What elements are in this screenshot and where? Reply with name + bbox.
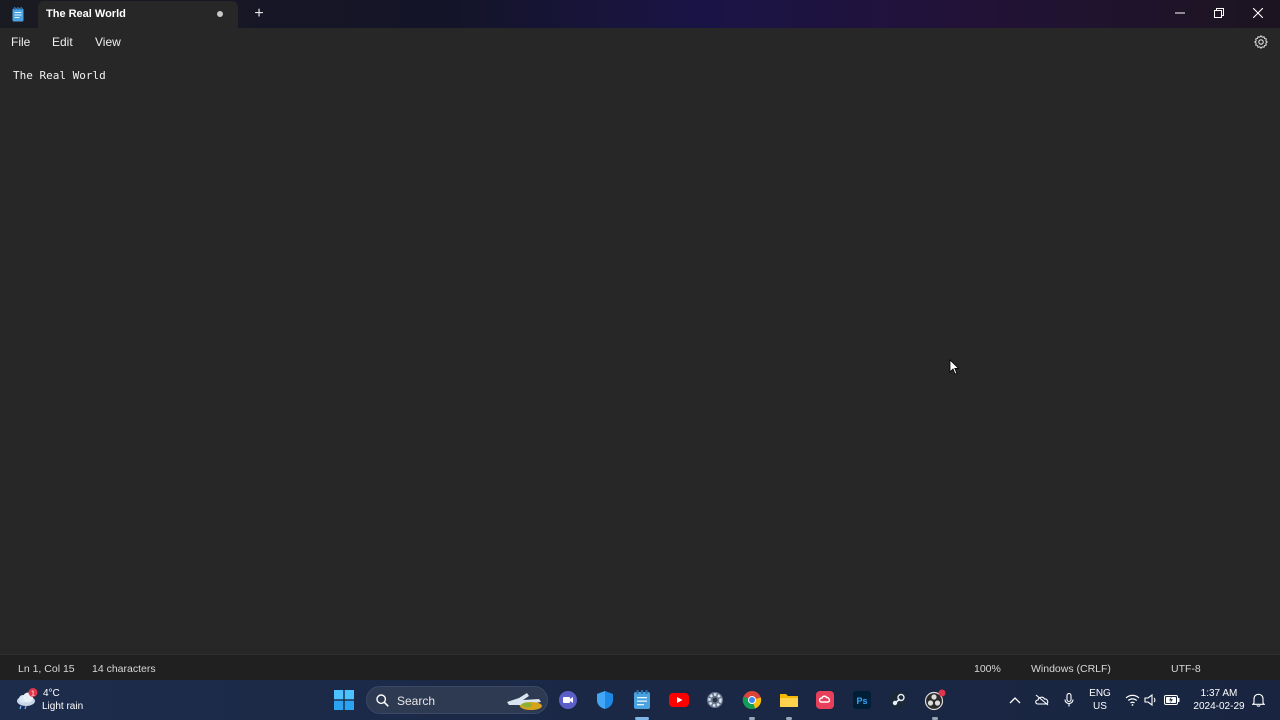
text-editor[interactable]: The Real World	[0, 56, 1280, 654]
youtube-icon	[669, 693, 689, 707]
microphone-button[interactable]	[1058, 689, 1080, 711]
restore-button[interactable]	[1204, 2, 1234, 24]
video-call-icon	[559, 691, 577, 709]
zoom-level[interactable]: 100%	[974, 663, 1001, 675]
taskbar-app-file-explorer[interactable]	[778, 689, 800, 711]
microphone-icon	[1064, 693, 1074, 707]
obs-icon	[924, 689, 946, 711]
start-button[interactable]	[333, 689, 355, 711]
taskbar-app-obs[interactable]	[924, 689, 946, 711]
windows-logo-icon	[334, 690, 354, 710]
taskbar-app-settings[interactable]	[704, 689, 726, 711]
taskbar-app-meet[interactable]	[557, 689, 579, 711]
bell-icon	[1251, 693, 1265, 707]
search-icon	[376, 694, 389, 707]
menu-file[interactable]: File	[11, 35, 30, 49]
notifications-button[interactable]	[1247, 689, 1269, 711]
editor-content[interactable]: The Real World	[13, 69, 106, 82]
weather-badge: 1	[31, 691, 35, 698]
menu-edit[interactable]: Edit	[52, 35, 73, 49]
taskbar-app-photoshop[interactable]: Ps	[851, 689, 873, 711]
language-code[interactable]: ENG	[1088, 688, 1112, 699]
menu-bar: File Edit View	[0, 28, 1280, 56]
wifi-icon	[1125, 694, 1139, 706]
title-bar: The Real World +	[0, 0, 1280, 28]
taskbar-app-notepad[interactable]	[631, 689, 653, 711]
folder-icon	[780, 694, 798, 707]
taskbar-app-chrome[interactable]	[741, 689, 763, 711]
weather-temperature: 4°C	[43, 688, 60, 699]
photoshop-icon: Ps	[853, 691, 871, 709]
steam-icon	[889, 691, 907, 709]
search-highlight-icon	[507, 693, 542, 710]
document-tab[interactable]: The Real World	[38, 1, 238, 28]
chevron-up-icon	[1009, 697, 1021, 704]
restore-icon	[1214, 8, 1224, 18]
close-button[interactable]	[1243, 2, 1273, 24]
chrome-icon	[742, 691, 762, 710]
unsaved-indicator-icon[interactable]	[217, 11, 223, 17]
cursor-position: Ln 1, Col 15	[18, 663, 75, 675]
minimize-button[interactable]	[1165, 2, 1195, 24]
taskbar-app-steam[interactable]	[887, 689, 909, 711]
svg-text:Ps: Ps	[856, 696, 867, 706]
status-bar: Ln 1, Col 15 14 characters 100% Windows …	[0, 654, 1280, 680]
speaker-icon	[1144, 694, 1156, 706]
taskbar-app-youtube[interactable]	[668, 689, 690, 711]
cloud-off-icon	[1035, 694, 1049, 706]
encoding[interactable]: UTF-8	[1171, 663, 1201, 675]
creative-cloud-icon	[816, 691, 834, 709]
gear-icon	[1254, 35, 1268, 49]
notepad-icon	[634, 690, 650, 709]
settings-gear-icon	[707, 692, 723, 708]
clock-time[interactable]: 1:37 AM	[1188, 688, 1250, 699]
taskbar-search[interactable]: Search	[366, 686, 548, 714]
line-ending[interactable]: Windows (CRLF)	[1031, 663, 1111, 675]
taskbar: 1 4°C Light rain Search Ps ENG US 1:37 A…	[0, 680, 1280, 720]
close-icon	[1253, 8, 1263, 18]
notepad-app-icon	[12, 7, 24, 22]
tab-title: The Real World	[46, 8, 126, 20]
shield-icon	[597, 691, 613, 709]
onedrive-button[interactable]	[1031, 689, 1053, 711]
weather-widget[interactable]: 1	[15, 688, 39, 710]
rain-cloud-icon: 1	[17, 688, 38, 710]
weather-description: Light rain	[42, 701, 84, 712]
battery-button[interactable]	[1161, 689, 1183, 711]
taskbar-app-creative-cloud[interactable]	[814, 689, 836, 711]
show-hidden-icons-button[interactable]	[1004, 689, 1026, 711]
new-tab-button[interactable]: +	[250, 4, 268, 24]
volume-button[interactable]	[1140, 689, 1162, 711]
minimize-icon	[1175, 12, 1185, 14]
menu-view[interactable]: View	[95, 35, 121, 49]
taskbar-app-defender[interactable]	[594, 689, 616, 711]
language-region[interactable]: US	[1088, 701, 1112, 712]
character-count: 14 characters	[92, 663, 156, 675]
search-label: Search	[397, 694, 436, 708]
battery-charging-icon	[1164, 695, 1180, 705]
mouse-pointer-icon	[949, 359, 960, 375]
clock-date[interactable]: 2024-02-29	[1188, 701, 1250, 712]
settings-button[interactable]	[1253, 34, 1269, 50]
